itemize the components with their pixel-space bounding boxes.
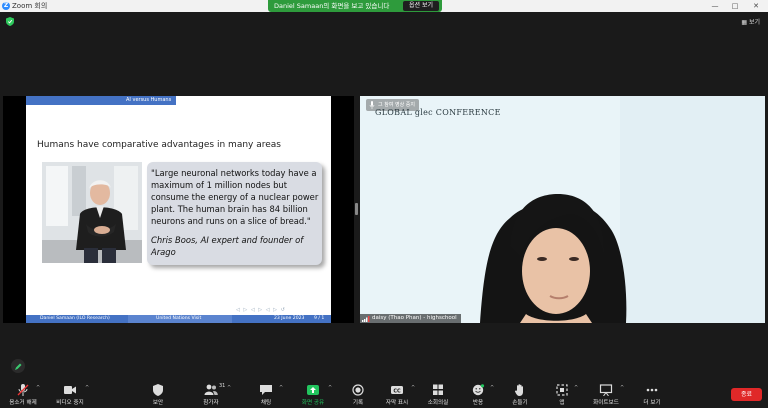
screen-share-banner: Daniel Samaan의 화면을 보고 있습니다 옵션 보기 — [268, 0, 442, 12]
grid-view-icon: ▦ — [741, 19, 749, 26]
chevron-up-icon[interactable]: ^ — [279, 385, 283, 391]
participants-icon — [204, 384, 218, 395]
smiley-icon — [472, 384, 485, 396]
chevron-up-icon[interactable]: ^ — [36, 385, 40, 391]
shared-screen: AI versus Humans Humans have comparative… — [3, 96, 354, 323]
whiteboard-label: 화이트보드 — [593, 400, 619, 406]
hand-icon — [514, 384, 523, 396]
slide-navigation-icons: ◁ ▷ ◁ ▷ ◁ ▷ ↺ — [236, 307, 286, 313]
view-label: 보기 — [748, 19, 760, 26]
reactions-label: 반응 — [472, 400, 484, 406]
slide-heading: Humans have comparative advantages in ma… — [37, 140, 281, 150]
share-screen-label: 화면 공유 — [301, 400, 325, 406]
quote-text: "Large neuronal networks today have a ma… — [151, 168, 319, 226]
slide-section-title: AI versus Humans — [126, 97, 172, 103]
svg-text:CC: CC — [393, 388, 401, 394]
speaker-photo — [42, 162, 142, 263]
zoom-logo-icon: Z — [2, 2, 10, 10]
participants-button[interactable]: 31 ^ 참가자 — [187, 380, 235, 408]
chat-icon — [260, 385, 272, 395]
security-label: 보안 — [152, 400, 164, 406]
close-window-button[interactable]: ✕ — [746, 0, 766, 12]
participants-label: 참가자 — [203, 400, 219, 406]
signal-strength-icon — [362, 316, 370, 322]
participant-video-image — [360, 96, 765, 323]
more-dots-icon — [646, 388, 658, 392]
video-label: 비디오 중지 — [56, 400, 84, 406]
unmute-button[interactable]: ^ 음소거 해제 — [0, 380, 47, 408]
unmute-label: 음소거 해제 — [9, 400, 37, 406]
chevron-up-icon[interactable]: ^ — [85, 385, 89, 391]
maximize-button[interactable]: □ — [725, 0, 745, 12]
participant-name: daisy (Thao Phan) - highschool — [372, 315, 457, 321]
chevron-up-icon[interactable]: ^ — [328, 385, 332, 391]
participant-name-tag: daisy (Thao Phan) - highschool — [360, 314, 461, 323]
encryption-shield-icon[interactable] — [6, 17, 14, 26]
zoom-meeting-window: Z Zoom 회의 — □ ✕ Daniel Samaan의 화면을 보고 있습… — [0, 0, 768, 408]
raise-hand-label: 손들기 — [512, 400, 528, 406]
quote-author: Chris Boos, AI expert and founder of Ara… — [151, 235, 304, 257]
presentation-slide: AI versus Humans Humans have comparative… — [26, 96, 331, 323]
chevron-up-icon[interactable]: ^ — [490, 385, 494, 391]
cc-icon: CC — [391, 386, 403, 394]
whiteboard-icon — [599, 384, 613, 396]
speaker-photo-image — [42, 162, 142, 263]
quote-box: "Large neuronal networks today have a ma… — [147, 162, 322, 265]
footer-event: United Nations Visit — [128, 315, 232, 323]
video-camera-icon — [64, 386, 76, 394]
footer-date: 23 June 2023 — [274, 316, 305, 321]
share-screen-icon — [307, 385, 319, 395]
chevron-up-icon[interactable]: ^ — [574, 385, 578, 391]
minimize-button[interactable]: — — [705, 0, 725, 12]
share-banner-text: Daniel Samaan의 화면을 보고 있습니다 — [274, 2, 390, 10]
pen-icon — [15, 363, 22, 370]
video-button[interactable]: ^ 비디오 중지 — [46, 380, 94, 408]
chevron-up-icon[interactable]: ^ — [227, 385, 231, 391]
meeting-toolbar: ^ 음소거 해제 ^ 비디오 중지 보안 31 ^ 참가자 ^ 채팅 ^ 화면 … — [0, 380, 768, 408]
end-meeting-button[interactable]: 종료 — [731, 388, 762, 401]
participant-count: 31 — [219, 383, 226, 389]
annotate-pen-button[interactable] — [11, 359, 25, 373]
chat-label: 채팅 — [260, 400, 272, 406]
apps-icon — [556, 384, 568, 396]
raise-hand-button[interactable]: 손들기 — [496, 380, 544, 408]
apps-button[interactable]: ^ 앱 — [538, 380, 586, 408]
shield-icon — [153, 384, 163, 396]
split-view-divider[interactable] — [355, 203, 358, 215]
apps-label: 앱 — [559, 400, 565, 406]
footer-page: 9 / 1 — [314, 316, 325, 321]
whiteboard-button[interactable]: ^ 화이트보드 — [582, 380, 630, 408]
chevron-up-icon[interactable]: ^ — [620, 385, 624, 391]
slide-footer: Daniel Samaan (ILO Research) United Nati… — [26, 315, 331, 323]
view-button[interactable]: ▦ 보기 — [741, 17, 760, 26]
view-options-button[interactable]: 옵션 보기 — [403, 1, 439, 11]
more-label: 더 보기 — [643, 400, 661, 406]
reactions-button[interactable]: ^ 반응 — [454, 380, 502, 408]
mic-muted-icon — [17, 384, 29, 396]
chat-button[interactable]: ^ 채팅 — [242, 380, 290, 408]
footer-presenter: Daniel Samaan (ILO Research) — [40, 316, 110, 321]
virtual-background-brand: GLOBAL glec CONFERENCE — [375, 108, 501, 117]
slide-header: AI versus Humans — [26, 96, 331, 105]
security-button[interactable]: 보안 — [134, 380, 182, 408]
more-button[interactable]: 더 보기 — [628, 380, 676, 408]
breakout-rooms-icon — [433, 384, 443, 395]
participant-video-tile[interactable]: 그 참여 영상 중지 GLOBAL glec CONFERENCE daisy … — [360, 96, 765, 323]
record-icon — [352, 384, 364, 396]
window-title: Zoom 회의 — [12, 2, 48, 10]
share-screen-button[interactable]: ^ 화면 공유 — [289, 380, 337, 408]
